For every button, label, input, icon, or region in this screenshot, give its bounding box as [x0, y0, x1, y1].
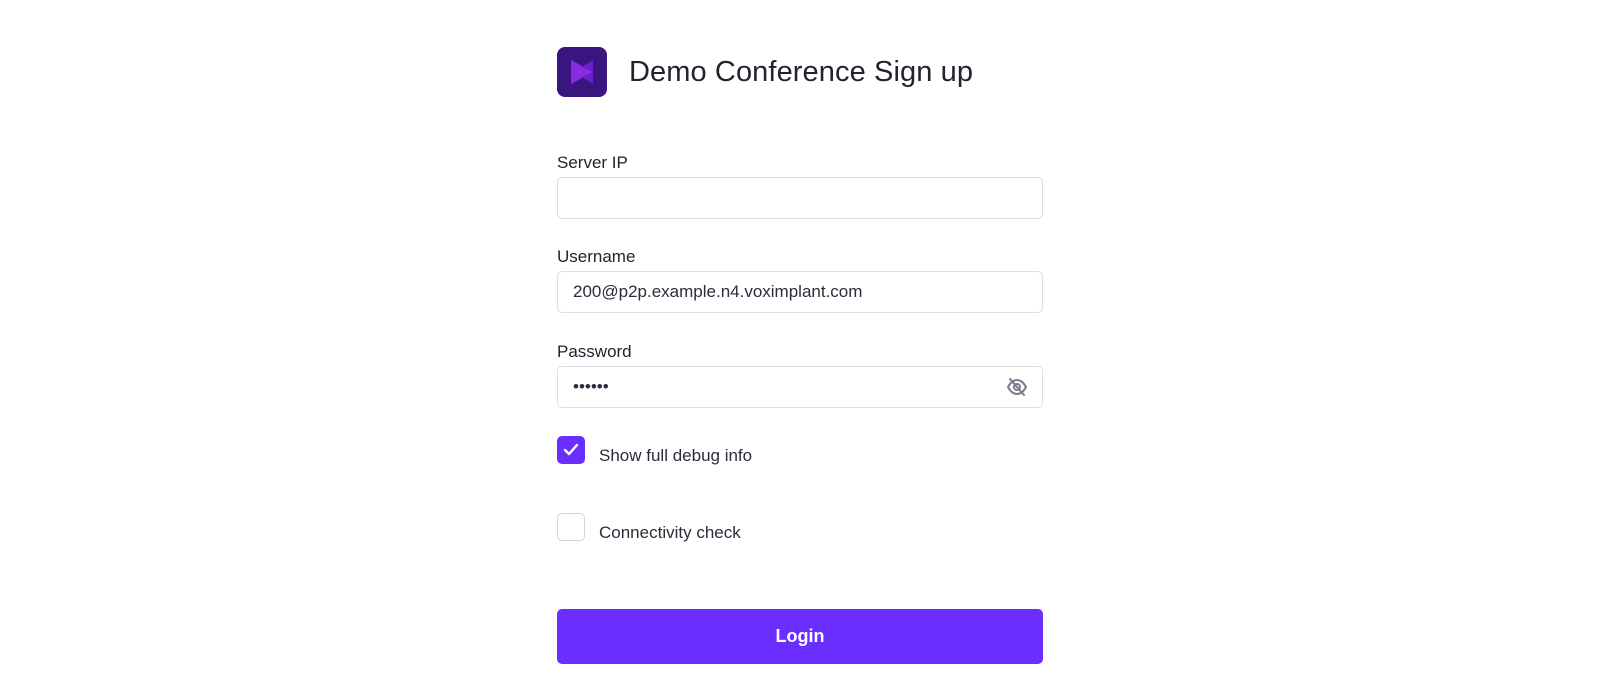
page-title: Demo Conference Sign up	[629, 55, 974, 88]
debug-info-checkbox[interactable]	[557, 436, 585, 464]
password-input[interactable]	[558, 367, 993, 407]
username-label: Username	[557, 247, 636, 266]
server-ip-label: Server IP	[557, 153, 628, 172]
debug-info-label: Show full debug info	[599, 446, 753, 465]
eye-off-icon[interactable]	[1006, 377, 1028, 397]
checkmark-icon	[563, 443, 579, 456]
username-input[interactable]	[558, 272, 993, 312]
connectivity-check-checkbox[interactable]	[557, 513, 585, 541]
page-header: Demo Conference Sign up	[557, 47, 973, 97]
login-button[interactable]: Login	[557, 609, 1043, 664]
password-field[interactable]	[557, 366, 1043, 408]
debug-info-option[interactable]: Show full debug info	[557, 436, 753, 465]
server-ip-input[interactable]	[558, 178, 993, 218]
server-ip-field[interactable]	[557, 177, 1043, 219]
voximplant-logo-icon	[557, 47, 607, 97]
connectivity-check-label: Connectivity check	[599, 523, 741, 542]
password-label: Password	[557, 342, 632, 361]
connectivity-check-option[interactable]: Connectivity check	[557, 513, 741, 542]
username-field[interactable]	[557, 271, 1043, 313]
